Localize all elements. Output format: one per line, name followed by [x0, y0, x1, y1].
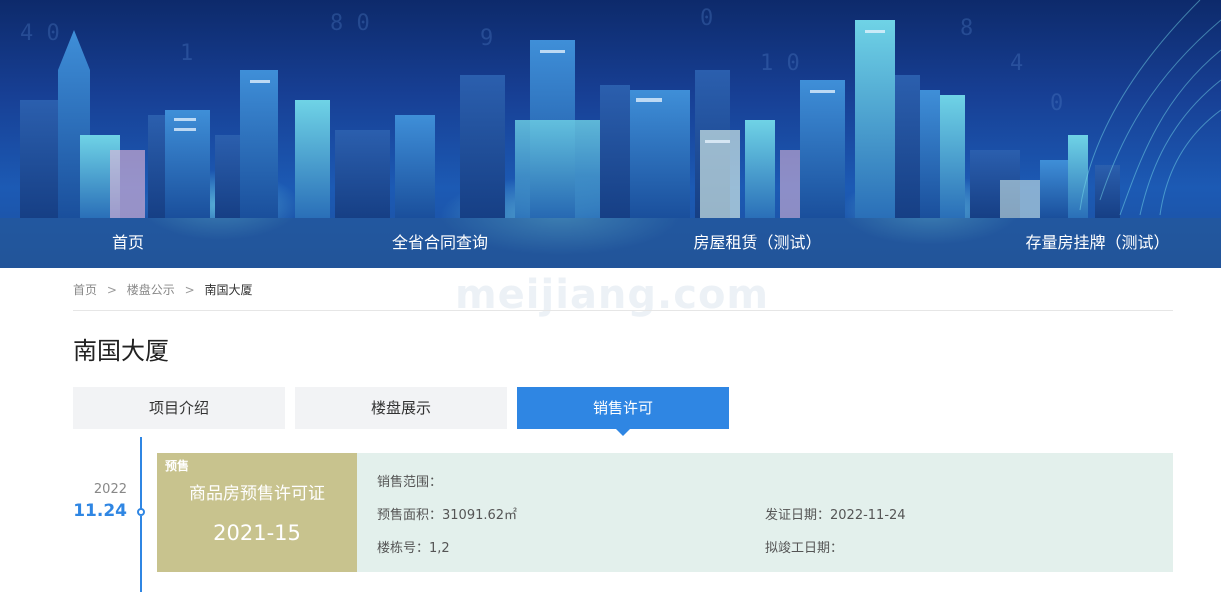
- nav-contract-query[interactable]: 全省合同查询: [370, 218, 510, 268]
- sales-scope-field: 销售范围：: [377, 471, 442, 490]
- timeline-line: [140, 516, 142, 576]
- breadcrumb-listing-link[interactable]: 楼盘公示: [127, 283, 175, 297]
- building-no-label: 楼栋号：: [377, 541, 430, 556]
- completion-date-label: 拟竣工日期：: [765, 541, 844, 556]
- building-no-value: 1,2: [429, 541, 450, 556]
- nav-home[interactable]: 首页: [78, 218, 178, 268]
- main-nav: 首页 全省合同查询 房屋租赁（测试） 存量房挂牌（测试）: [0, 218, 1221, 268]
- permit-badge: 预售: [165, 459, 190, 473]
- timeline-date: 11.24: [73, 501, 127, 521]
- svg-text:0: 0: [1050, 91, 1063, 116]
- hero-banner: 4 0 1 8 0 9 0 1 0 8 4 0 首页 全省合同查询 房屋租赁（测试） 存量房…: [0, 0, 1221, 268]
- svg-text:4: 4: [1010, 51, 1023, 76]
- watermark: meijiang.com: [455, 272, 770, 318]
- svg-text:8 0: 8 0: [330, 11, 370, 36]
- svg-text:9: 9: [480, 26, 493, 51]
- permit-card-details: 销售范围： 预售面积：31091.62㎡ 发证日期：2022-11-24 楼栋号…: [357, 453, 1173, 572]
- svg-text:1: 1: [180, 41, 193, 66]
- page-title: 南国大厦: [73, 337, 169, 365]
- svg-text:1 0: 1 0: [760, 51, 800, 76]
- completion-date-field: 拟竣工日期：: [765, 537, 843, 556]
- permit-type: 商品房预售许可证: [189, 484, 325, 504]
- tab-property-display[interactable]: 楼盘展示: [295, 387, 507, 429]
- permit-card-summary: 预售 商品房预售许可证 2021-15: [157, 453, 357, 572]
- tab-sales-permit[interactable]: 销售许可: [517, 387, 729, 429]
- sales-scope-label: 销售范围：: [377, 475, 443, 490]
- nav-house-rental[interactable]: 房屋租赁（测试）: [680, 218, 835, 268]
- active-tab-indicator: [616, 429, 630, 436]
- breadcrumb-separator: >: [106, 283, 117, 297]
- presale-area-label: 预售面积：: [377, 508, 443, 523]
- svg-text:4 0: 4 0: [20, 21, 60, 46]
- breadcrumb-separator: >: [184, 283, 195, 297]
- breadcrumb: 首页 > 楼盘公示 > 南国大厦: [73, 281, 252, 298]
- timeline-line: [140, 437, 142, 509]
- divider: [73, 310, 1173, 311]
- svg-text:8: 8: [960, 16, 973, 41]
- breadcrumb-current: 南国大厦: [204, 283, 253, 297]
- issue-date-field: 发证日期：2022-11-24: [765, 504, 906, 523]
- issue-date-label: 发证日期：: [765, 508, 831, 523]
- presale-area-value: 31091.62㎡: [442, 508, 518, 523]
- timeline-year: 2022: [93, 482, 127, 497]
- presale-area-field: 预售面积：31091.62㎡: [377, 504, 517, 523]
- timeline-line: [140, 574, 142, 592]
- building-no-field: 楼栋号：1,2: [377, 537, 450, 556]
- nav-listing[interactable]: 存量房挂牌（测试）: [1015, 218, 1180, 268]
- issue-date-value: 2022-11-24: [830, 508, 906, 523]
- breadcrumb-home-link[interactable]: 首页: [73, 283, 97, 297]
- permit-number: 2021-15: [213, 521, 301, 545]
- timeline-dot: [137, 508, 145, 516]
- svg-text:0: 0: [700, 6, 713, 31]
- tab-project-intro[interactable]: 项目介绍: [73, 387, 285, 429]
